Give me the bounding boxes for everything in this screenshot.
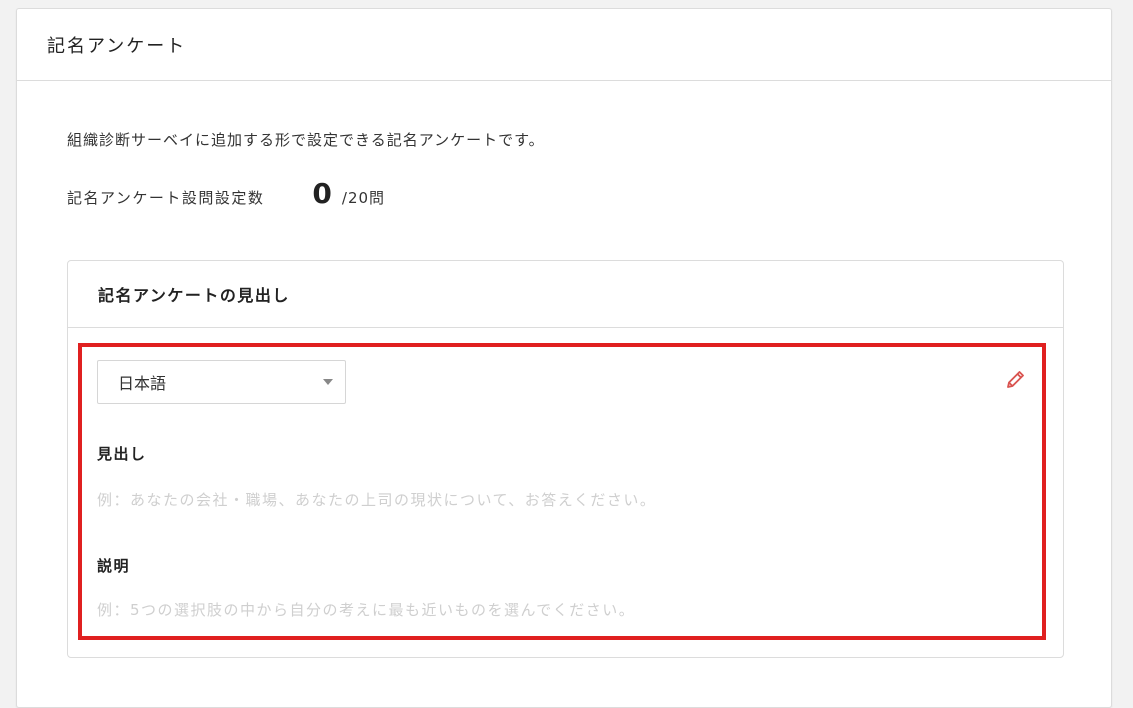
language-select[interactable]: 日本語	[97, 360, 346, 404]
language-select-value: 日本語	[118, 374, 167, 393]
heading-settings-title: 記名アンケートの見出し	[98, 286, 290, 305]
pencil-icon[interactable]	[1004, 367, 1028, 391]
question-count-total: /20問	[341, 189, 386, 207]
chevron-down-icon	[323, 379, 333, 385]
heading-label: 見出し	[97, 445, 147, 463]
heading-settings-header: 記名アンケートの見出し	[68, 261, 1063, 328]
question-count-row: 記名アンケート設問設定数 0 /20問	[67, 177, 385, 210]
card-description: 組織診断サーベイに追加する形で設定できる記名アンケートです。	[67, 131, 545, 149]
card-title: 記名アンケート	[47, 35, 187, 57]
explanation-placeholder[interactable]: 例：5つの選択肢の中から自分の考えに最も近いものを選んでください。	[97, 599, 635, 620]
explanation-label: 説明	[97, 557, 131, 575]
highlighted-edit-area: 日本語 見出し 例：あなたの会社・職場、あなたの上司の現状について、お答えくださ…	[78, 343, 1046, 640]
question-count-value: 0	[312, 177, 332, 210]
card-header: 記名アンケート	[17, 9, 1111, 81]
heading-placeholder[interactable]: 例：あなたの会社・職場、あなたの上司の現状について、お答えください。	[97, 489, 656, 510]
question-count-label: 記名アンケート設問設定数	[67, 189, 265, 207]
heading-settings-card: 記名アンケートの見出し 日本語 見出し 例：あなたの会社・職場、あなたの上司の現…	[67, 260, 1064, 658]
survey-card: 記名アンケート 組織診断サーベイに追加する形で設定できる記名アンケートです。 記…	[16, 8, 1112, 708]
